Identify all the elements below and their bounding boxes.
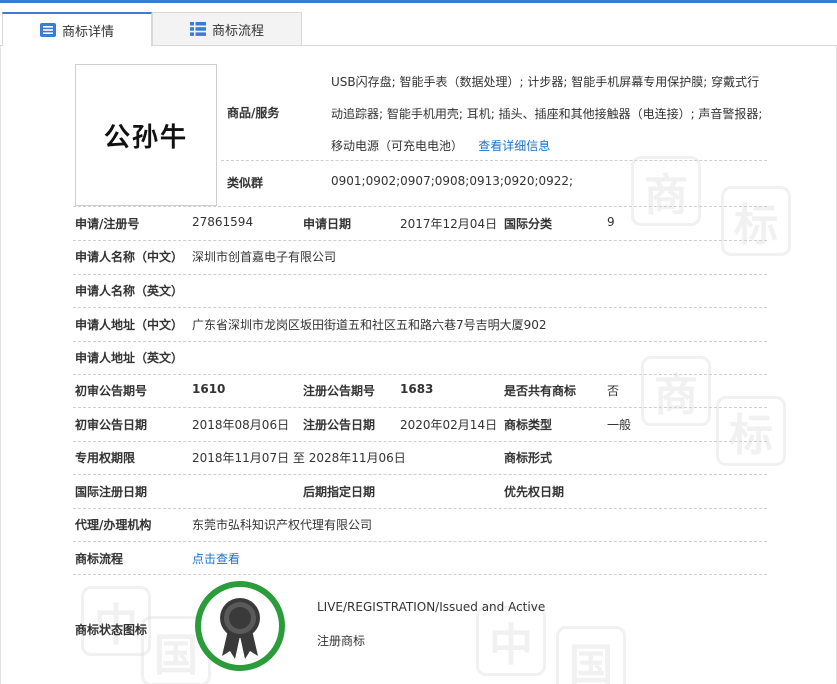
reg-issue-label: 注册公告期号 [303, 384, 376, 398]
app-date-label: 申请日期 [303, 217, 352, 231]
tab-trademark-process[interactable]: 商标流程 [152, 12, 302, 45]
tab-trademark-details[interactable]: 商标详情 [2, 12, 152, 46]
registered-status-icon [195, 581, 285, 671]
address-en-label: 申请人地址（英文） [75, 351, 184, 365]
view-details-link[interactable]: 查看详细信息 [478, 139, 550, 153]
prelim-issue-value: 1610 [192, 382, 226, 396]
agent-label: 代理/办理机构 [75, 518, 152, 532]
prelim-issue-label: 初审公告期号 [75, 384, 148, 398]
tab-label: 商标详情 [61, 24, 114, 40]
applicant-cn-value: 深圳市创首嘉电子有限公司 [192, 250, 337, 264]
tab-bar: 商标详情 商标流程 [0, 12, 837, 46]
row-divider [73, 474, 767, 475]
tm-type-label: 商标类型 [504, 418, 553, 432]
watermark-char: 商 [641, 356, 711, 426]
trademark-detail-panel: 中 国 商 标 商 标 中 国 公孙牛 商品/服务 USB闪存盘; 智能手表（数… [0, 46, 837, 684]
row-divider [73, 374, 767, 375]
status-label: 商标状态图标 [75, 623, 148, 637]
prelim-date-label: 初审公告日期 [75, 418, 148, 432]
view-process-link[interactable]: 点击查看 [192, 550, 240, 567]
trademark-logo-text: 公孙牛 [103, 122, 188, 153]
goods-list: USB闪存盘; 智能手表（数据处理）; 计步器; 智能手机屏幕专用保护膜; 穿戴… [331, 66, 771, 162]
row-divider [73, 508, 767, 509]
app-no-value: 27861594 [192, 215, 254, 229]
trademark-image: 公孙牛 [75, 64, 217, 206]
similar-group-value: 0901;0902;0907;0908;0913;0920;0922; [331, 174, 574, 188]
prelim-date-value: 2018年08月06日 [192, 418, 290, 432]
reg-date-value: 2020年02月14日 [400, 418, 498, 432]
applicant-cn-label: 申请人名称（中文） [75, 250, 184, 264]
priority-date-label: 优先权日期 [504, 485, 565, 499]
list-icon [39, 23, 56, 37]
grid-list-icon [189, 22, 206, 36]
shared-label: 是否共有商标 [504, 384, 577, 398]
row-divider [73, 307, 767, 308]
app-no-label: 申请/注册号 [75, 217, 140, 231]
row-divider [73, 274, 767, 275]
status-en-text: LIVE/REGISTRATION/Issued and Active [317, 600, 546, 614]
tm-form-label: 商标形式 [504, 451, 553, 465]
row-divider [73, 240, 767, 241]
row-divider [73, 541, 767, 542]
similar-group-label: 类似群 [227, 176, 264, 190]
watermark-char: 中 [476, 606, 546, 676]
reg-date-label: 注册公告日期 [303, 418, 376, 432]
exclusive-label: 专用权期限 [75, 451, 136, 465]
applicant-en-label: 申请人名称（英文） [75, 284, 184, 298]
reg-issue-value: 1683 [400, 382, 434, 396]
row-divider [73, 407, 767, 408]
tm-type-value: 一般 [607, 418, 632, 432]
intl-class-value: 9 [607, 215, 615, 229]
agent-value: 东莞市弘科知识产权代理有限公司 [192, 518, 373, 532]
goods-label: 商品/服务 [227, 106, 280, 120]
row-divider [221, 160, 767, 161]
exclusive-value: 2018年11月07日 至 2028年11月06日 [192, 451, 406, 465]
row-divider [73, 441, 767, 442]
watermark-char: 商 [631, 156, 701, 226]
intl-class-label: 国际分类 [504, 217, 553, 231]
intl-reg-date-label: 国际注册日期 [75, 485, 148, 499]
app-date-value: 2017年12月04日 [400, 217, 498, 231]
address-cn-label: 申请人地址（中文） [75, 318, 184, 332]
address-cn-value: 广东省深圳市龙岗区坂田街道五和社区五和路六巷7号吉明大厦902 [192, 318, 547, 332]
shared-value: 否 [607, 384, 620, 398]
later-date-label: 后期指定日期 [303, 485, 376, 499]
top-accent-bar [0, 0, 837, 3]
watermark-char: 国 [556, 626, 626, 684]
watermark-char: 标 [721, 186, 791, 256]
row-divider [73, 574, 767, 575]
status-cn-text: 注册商标 [317, 634, 366, 648]
tab-label: 商标流程 [211, 23, 264, 39]
row-divider [73, 206, 767, 207]
process-label: 商标流程 [75, 552, 124, 566]
row-divider [73, 341, 767, 342]
